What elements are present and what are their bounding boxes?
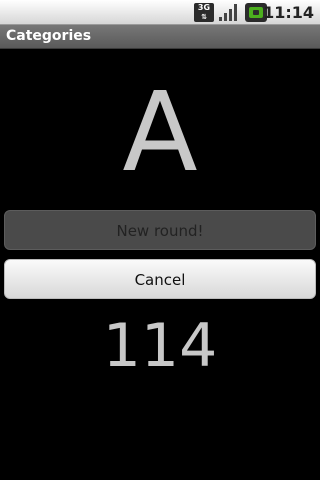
3g-data-icon: 3G ⇅ [194, 3, 214, 22]
network-type-label: 3G [197, 3, 211, 12]
status-time: 11:14 [263, 3, 314, 22]
status-bar: 3G ⇅ 11:14 [0, 0, 320, 25]
signal-strength-icon [219, 4, 237, 21]
new-round-button[interactable]: New round! [4, 210, 316, 250]
cancel-button[interactable]: Cancel [4, 259, 316, 299]
countdown-timer: 114 [102, 311, 218, 381]
title-bar: Categories [0, 25, 320, 49]
current-letter: A [122, 68, 198, 196]
page-title: Categories [6, 28, 92, 44]
